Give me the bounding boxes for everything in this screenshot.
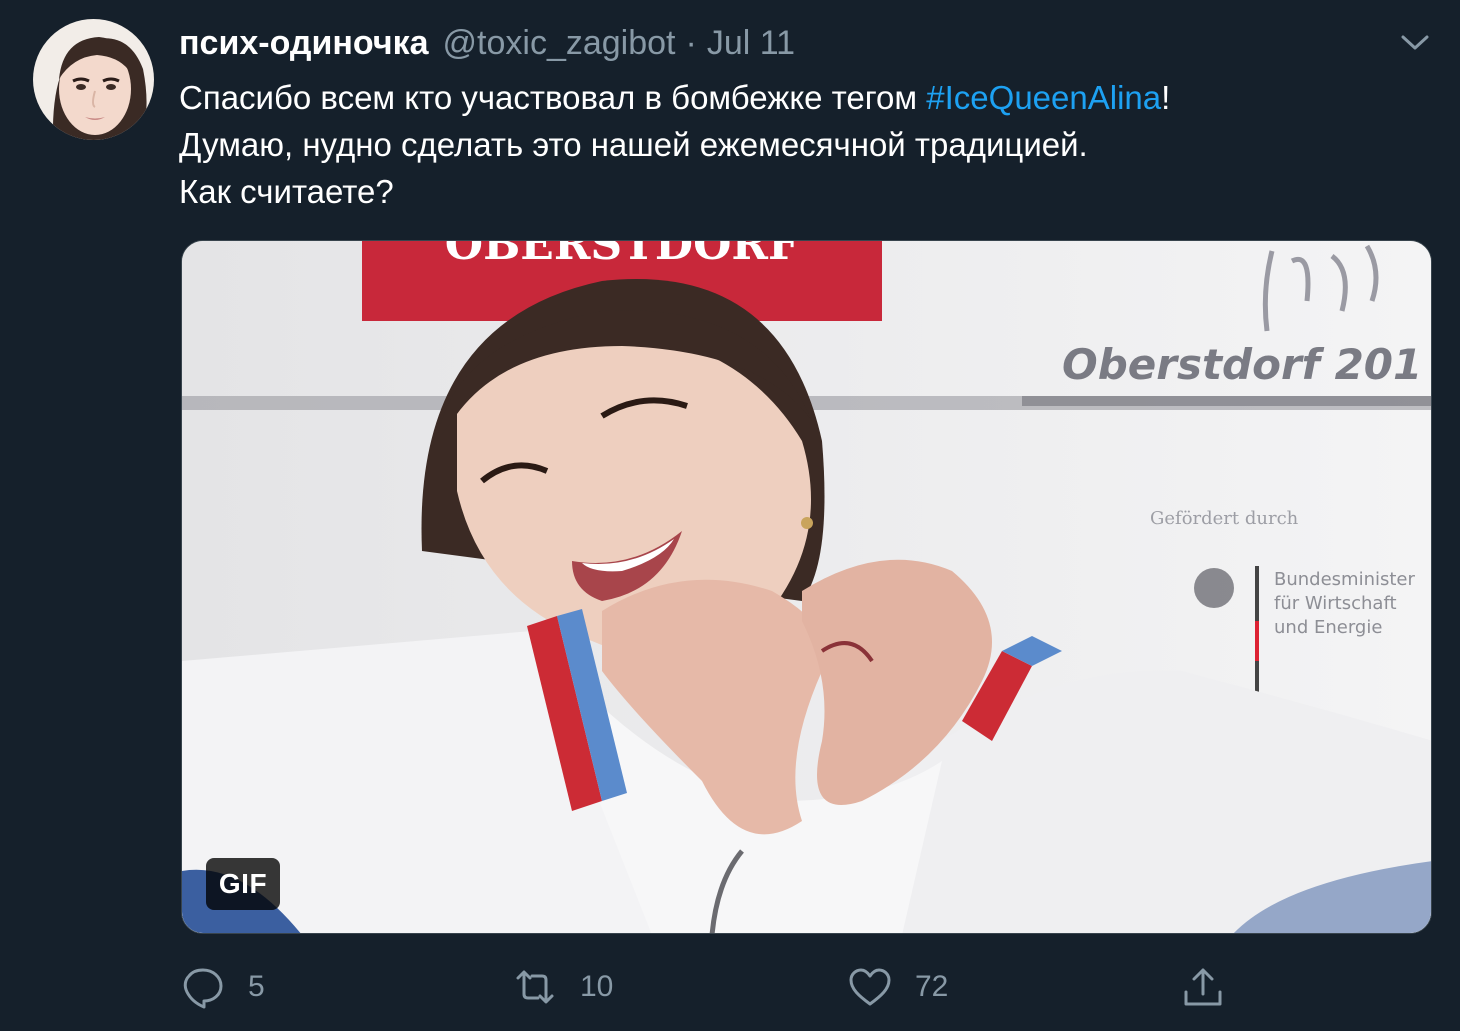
share-button[interactable] [1180,960,1226,1014]
tweet-date[interactable]: Jul 11 [707,24,795,63]
reply-button[interactable]: 5 [180,960,265,1014]
share-icon [1184,968,1222,1006]
avatar[interactable] [33,19,154,140]
sponsor-label: Gefördert durch [1150,508,1299,529]
heart-icon [849,968,891,1006]
reply-count: 5 [248,970,265,1003]
tweet[interactable]: псих-одиночка @toxic_zagibot · Jul 11 Сп… [0,0,1460,1031]
sponsor-line-1: Bundesminister [1274,569,1415,590]
action-bar: 5 10 72 [0,960,1460,1014]
like-button[interactable]: 72 [847,960,948,1014]
like-count: 72 [915,970,949,1003]
tweet-text: Спасибо всем кто участвовал в бомбежке т… [179,74,1419,215]
backdrop-text: Oberstdorf 201 [1062,340,1422,389]
retweet-count: 10 [580,970,614,1003]
user-handle[interactable]: @toxic_zagibot [443,24,676,63]
chevron-down-icon[interactable] [1398,28,1432,56]
tweet-text-line-2: Думаю, нудно сделать это нашей ежемесячн… [179,126,1088,163]
tweet-text-line-1: Спасибо всем кто участвовал в бомбежке т… [179,74,1419,121]
banner-text: OBERSTDORF [445,241,799,270]
gif-image: OBERSTDORF Oberstdorf 201 Gefördert durc… [182,241,1431,933]
tweet-text-segment: Спасибо всем кто участвовал в бомбежке т… [179,79,927,116]
tweet-text-line-3: Как считаете? [179,173,394,210]
tweet-header: псих-одиночка @toxic_zagibot · Jul 11 [179,20,795,66]
gif-badge: GIF [206,858,280,910]
separator-dot: · [685,23,697,62]
retweet-icon [516,970,554,1004]
tweet-text-segment: ! [1161,79,1171,116]
retweet-button[interactable]: 10 [512,960,613,1014]
reply-icon [183,968,223,1009]
display-name[interactable]: псих-одиночка [179,24,429,63]
sponsor-line-2: für Wirtschaft [1274,593,1397,614]
avatar-image [33,19,154,140]
sponsor-line-3: und Energie [1274,617,1382,638]
hashtag-link[interactable]: #IceQueenAlina [926,79,1161,116]
gif-media[interactable]: OBERSTDORF Oberstdorf 201 Gefördert durc… [181,240,1432,934]
